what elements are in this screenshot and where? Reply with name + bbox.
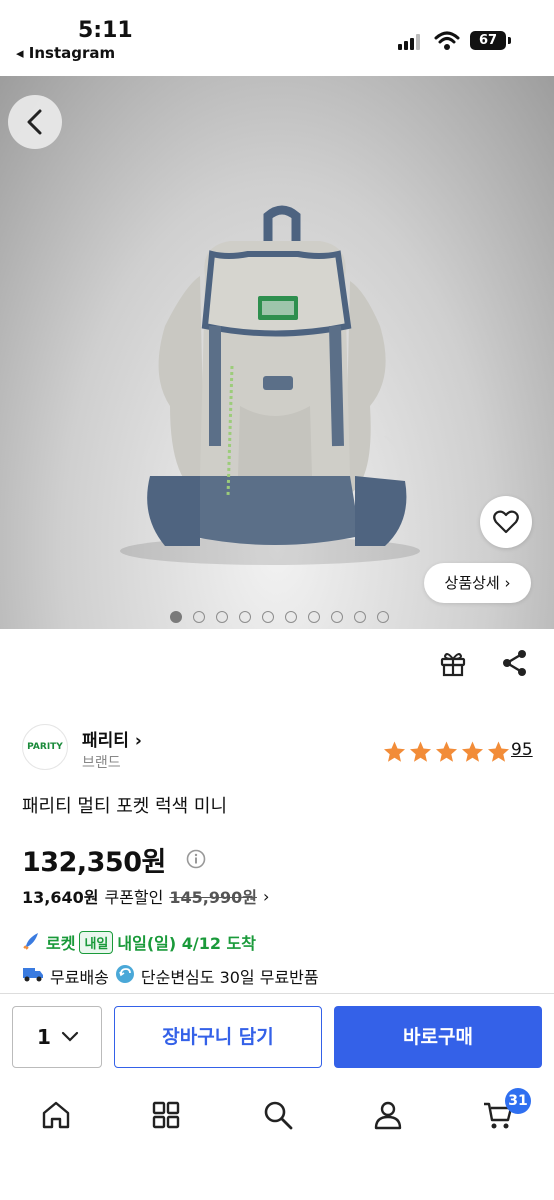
coupon-discount-row[interactable]: 13,640원 쿠폰할인 145,990원 › <box>22 884 269 908</box>
battery-tip <box>508 37 511 44</box>
heart-icon <box>493 510 519 534</box>
return-icon <box>115 964 135 988</box>
brand-name-link[interactable]: 패리티 › <box>82 726 142 751</box>
backpack-image <box>120 205 420 565</box>
chevron-left-icon <box>27 109 42 135</box>
star-icon <box>488 741 509 762</box>
add-to-cart-button[interactable]: 장바구니 담기 <box>114 1006 322 1068</box>
review-count-link[interactable]: 95 <box>511 740 533 760</box>
product-price: 132,350원 <box>22 847 166 878</box>
quantity-select[interactable]: 1 <box>12 1006 102 1068</box>
wishlist-button[interactable] <box>480 496 532 548</box>
delivery-eta: 내일(일) 4/12 도착 <box>117 934 256 953</box>
product-image-carousel[interactable]: 상품상세 › <box>0 76 554 629</box>
signal-icon <box>398 34 424 50</box>
rocket-icon <box>22 930 42 954</box>
quantity-value: 1 <box>37 1025 51 1049</box>
carousel-dot[interactable] <box>193 611 205 623</box>
back-to-instagram-link[interactable]: ◂ Instagram <box>16 44 115 62</box>
carousel-dot[interactable] <box>308 611 320 623</box>
product-detail-button[interactable]: 상품상세 › <box>424 563 531 603</box>
carousel-dot[interactable] <box>285 611 297 623</box>
coupon-label: 쿠폰할인 <box>104 888 164 907</box>
home-icon[interactable] <box>40 1099 72 1135</box>
gift-icon[interactable] <box>438 648 468 682</box>
shipping-row: 무료배송 단순변심도 30일 무료반품 <box>22 964 319 988</box>
carousel-dot[interactable] <box>239 611 251 623</box>
carousel-dot[interactable] <box>354 611 366 623</box>
carousel-dot[interactable] <box>262 611 274 623</box>
cart-count-badge: 31 <box>505 1088 531 1114</box>
carousel-dot[interactable] <box>331 611 343 623</box>
rating-stars[interactable] <box>382 740 511 764</box>
star-icon <box>384 741 405 762</box>
tomorrow-badge: 내일 <box>79 930 114 954</box>
share-icon[interactable] <box>500 648 530 682</box>
return-policy-label: 단순변심도 30일 무료반품 <box>140 968 319 987</box>
original-price: 145,990원 <box>169 888 257 907</box>
carousel-dot[interactable] <box>216 611 228 623</box>
rocket-label: 로켓 <box>46 934 76 953</box>
free-shipping-label: 무료배송 <box>50 968 109 987</box>
star-icon <box>410 741 431 762</box>
info-icon[interactable] <box>186 849 206 873</box>
wifi-icon <box>434 30 460 52</box>
carousel-dot[interactable] <box>170 611 182 623</box>
back-button[interactable] <box>8 95 62 149</box>
buy-now-button[interactable]: 바로구매 <box>334 1006 542 1068</box>
purchase-bar: 1 장바구니 담기 바로구매 <box>0 993 554 1079</box>
battery-icon: 67 <box>470 31 506 50</box>
brand-label: 브랜드 <box>82 755 121 771</box>
star-icon <box>462 741 483 762</box>
coupon-amount: 13,640원 <box>22 888 99 907</box>
account-icon[interactable] <box>372 1099 404 1135</box>
star-icon <box>436 741 457 762</box>
carousel-indicator <box>170 611 389 623</box>
truck-icon <box>22 965 44 987</box>
search-icon[interactable] <box>262 1099 294 1135</box>
chevron-down-icon <box>61 1031 79 1042</box>
clock: 5:11 <box>78 18 133 43</box>
chevron-right-icon: › <box>262 886 270 906</box>
category-icon[interactable] <box>150 1099 182 1135</box>
brand-logo[interactable]: PARITY <box>22 724 68 770</box>
status-bar: 5:11 ◂ Instagram 67 <box>0 0 554 76</box>
carousel-dot[interactable] <box>377 611 389 623</box>
rocket-delivery-row: 로켓 내일 내일(일) 4/12 도착 <box>22 930 256 954</box>
bottom-tab-bar <box>0 1079 554 1200</box>
product-title: 패리티 멀티 포켓 럭색 미니 <box>22 796 228 817</box>
